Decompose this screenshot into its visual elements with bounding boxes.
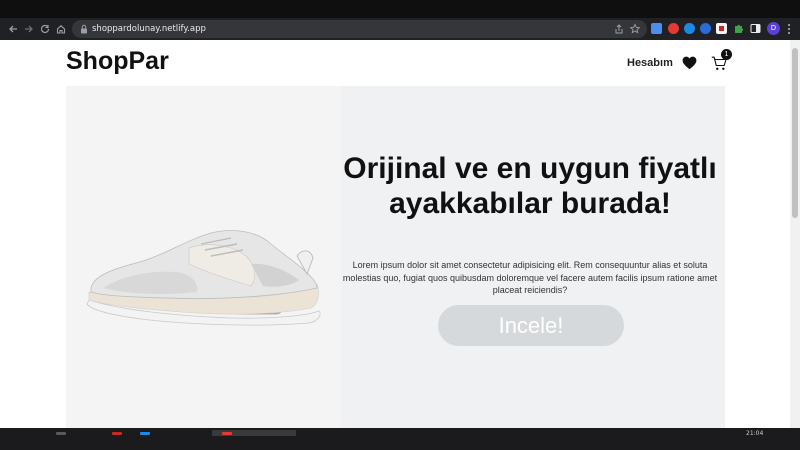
bookmark-star-icon[interactable] (629, 23, 641, 35)
account-link[interactable]: Hesabım (627, 57, 673, 69)
menu-dots-icon[interactable] (786, 22, 792, 36)
extension-icon[interactable] (700, 23, 711, 34)
site-logo[interactable]: ShopPar (66, 47, 169, 76)
extensions-puzzle-icon[interactable] (733, 23, 744, 34)
hero-description: Lorem ipsum dolor sit amet consectetur a… (342, 260, 718, 295)
share-icon[interactable] (613, 23, 625, 35)
back-arrow-icon[interactable] (6, 20, 20, 38)
explore-button[interactable]: Incele! (438, 305, 624, 346)
heart-icon[interactable] (682, 56, 697, 70)
home-icon[interactable] (54, 20, 68, 38)
taskbar-app-icon[interactable] (222, 432, 232, 435)
extension-icon[interactable] (651, 23, 662, 34)
reload-icon[interactable] (38, 20, 52, 38)
extension-icon[interactable] (668, 23, 679, 34)
taskbar-app-icon[interactable] (140, 432, 150, 435)
lock-icon (81, 24, 87, 34)
address-bar[interactable]: shoppardolunay.netlify.app (72, 20, 647, 38)
hero-image-panel (66, 86, 341, 428)
url-text: shoppardolunay.netlify.app (92, 24, 206, 34)
profile-avatar[interactable]: D (767, 22, 780, 35)
extension-icon[interactable] (716, 23, 727, 34)
taskbar-app-icon[interactable] (112, 432, 122, 435)
hero-title: Orijinal ve en uygun fiyatlı ayakkabılar… (343, 152, 717, 220)
taskbar-clock: 21:04 (746, 430, 764, 437)
forward-arrow-icon[interactable] (22, 20, 36, 38)
hero-banner (66, 86, 725, 428)
sidebar-icon[interactable] (750, 23, 761, 34)
browser-tab-strip (0, 0, 800, 18)
extension-icon[interactable] (684, 23, 695, 34)
sneaker-image (86, 230, 321, 326)
scrollbar-thumb[interactable] (792, 48, 798, 218)
taskbar-app-icon[interactable] (56, 432, 66, 435)
cart-count-badge: 1 (721, 49, 732, 60)
